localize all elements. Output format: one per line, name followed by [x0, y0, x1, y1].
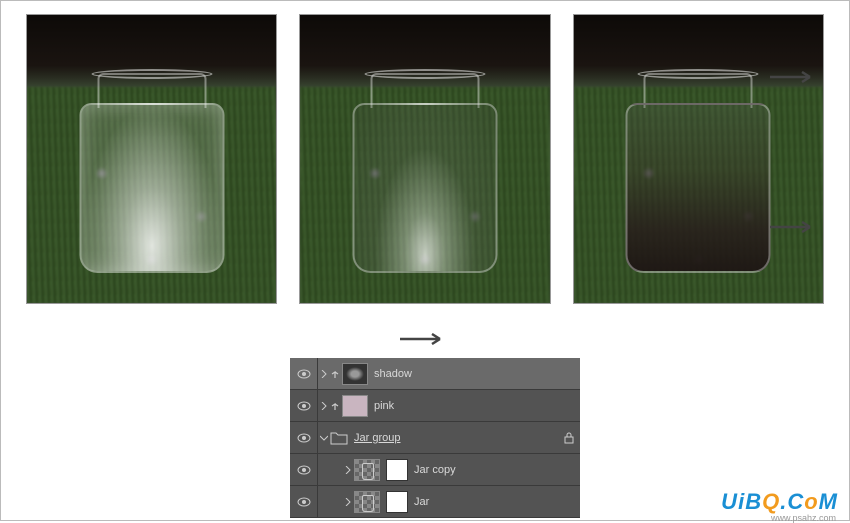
wm-char: Q	[762, 489, 780, 514]
wm-char: o	[804, 489, 818, 514]
visibility-toggle[interactable]	[290, 358, 318, 389]
chevron-down-icon[interactable]	[320, 434, 328, 442]
eye-icon	[297, 497, 311, 507]
wm-char: B	[745, 489, 762, 514]
layers-panel: shadow pink Jar group Jar copy	[290, 358, 580, 518]
eye-icon	[297, 433, 311, 443]
eye-icon	[297, 465, 311, 475]
visibility-toggle[interactable]	[290, 390, 318, 421]
visibility-toggle[interactable]	[290, 486, 318, 517]
wm-char: U	[721, 489, 738, 514]
layer-row-jar[interactable]: Jar	[290, 486, 580, 518]
arrow-icon	[770, 220, 820, 232]
layer-indent	[318, 370, 330, 378]
chevron-right-icon[interactable]	[344, 466, 352, 474]
wm-char: M	[819, 489, 838, 514]
layer-thumbnail[interactable]	[342, 363, 368, 385]
layer-mask-thumbnail[interactable]	[386, 491, 408, 513]
arrow-icon	[400, 332, 450, 344]
layer-label: Jar	[414, 496, 580, 508]
layer-label: pink	[374, 400, 580, 412]
jar-body	[352, 103, 497, 273]
tutorial-image-1	[26, 14, 277, 304]
visibility-toggle[interactable]	[290, 422, 318, 453]
clip-mask-icon	[330, 401, 340, 411]
jar-body	[79, 103, 224, 273]
layer-mask-thumbnail[interactable]	[386, 459, 408, 481]
layer-indent	[318, 434, 330, 442]
layer-label: Jar group	[354, 432, 564, 444]
jar-bright	[79, 73, 224, 273]
tutorial-images-row	[0, 0, 850, 304]
tutorial-image-2	[299, 14, 550, 304]
layer-thumbnail[interactable]	[342, 395, 368, 417]
eye-icon	[297, 401, 311, 411]
watermark-sub: www.psahz.com	[771, 513, 836, 523]
eye-icon	[297, 369, 311, 379]
layer-indent	[342, 498, 354, 506]
layer-row-jar-group[interactable]: Jar group	[290, 422, 580, 454]
watermark: UiBQ.CoM	[721, 489, 838, 515]
visibility-toggle[interactable]	[290, 454, 318, 485]
layer-indent	[342, 466, 354, 474]
layer-thumbnail[interactable]	[354, 459, 380, 481]
jar-mid	[352, 73, 497, 273]
layer-row-pink[interactable]: pink	[290, 390, 580, 422]
folder-icon	[330, 431, 348, 445]
layer-label: Jar copy	[414, 464, 580, 476]
lock-icon	[564, 432, 574, 444]
clip-mask-icon	[330, 369, 340, 379]
chevron-right-icon[interactable]	[320, 402, 328, 410]
wm-char: C	[787, 489, 804, 514]
tutorial-image-3	[573, 14, 824, 304]
layer-indent	[318, 402, 330, 410]
chevron-right-icon[interactable]	[320, 370, 328, 378]
arrow-icon	[770, 70, 820, 82]
layer-row-jar-copy[interactable]: Jar copy	[290, 454, 580, 486]
layer-label: shadow	[374, 368, 580, 380]
jar-shadow	[626, 73, 771, 273]
jar-body	[626, 103, 771, 273]
layer-thumbnail[interactable]	[354, 491, 380, 513]
chevron-right-icon[interactable]	[344, 498, 352, 506]
layer-row-shadow[interactable]: shadow	[290, 358, 580, 390]
